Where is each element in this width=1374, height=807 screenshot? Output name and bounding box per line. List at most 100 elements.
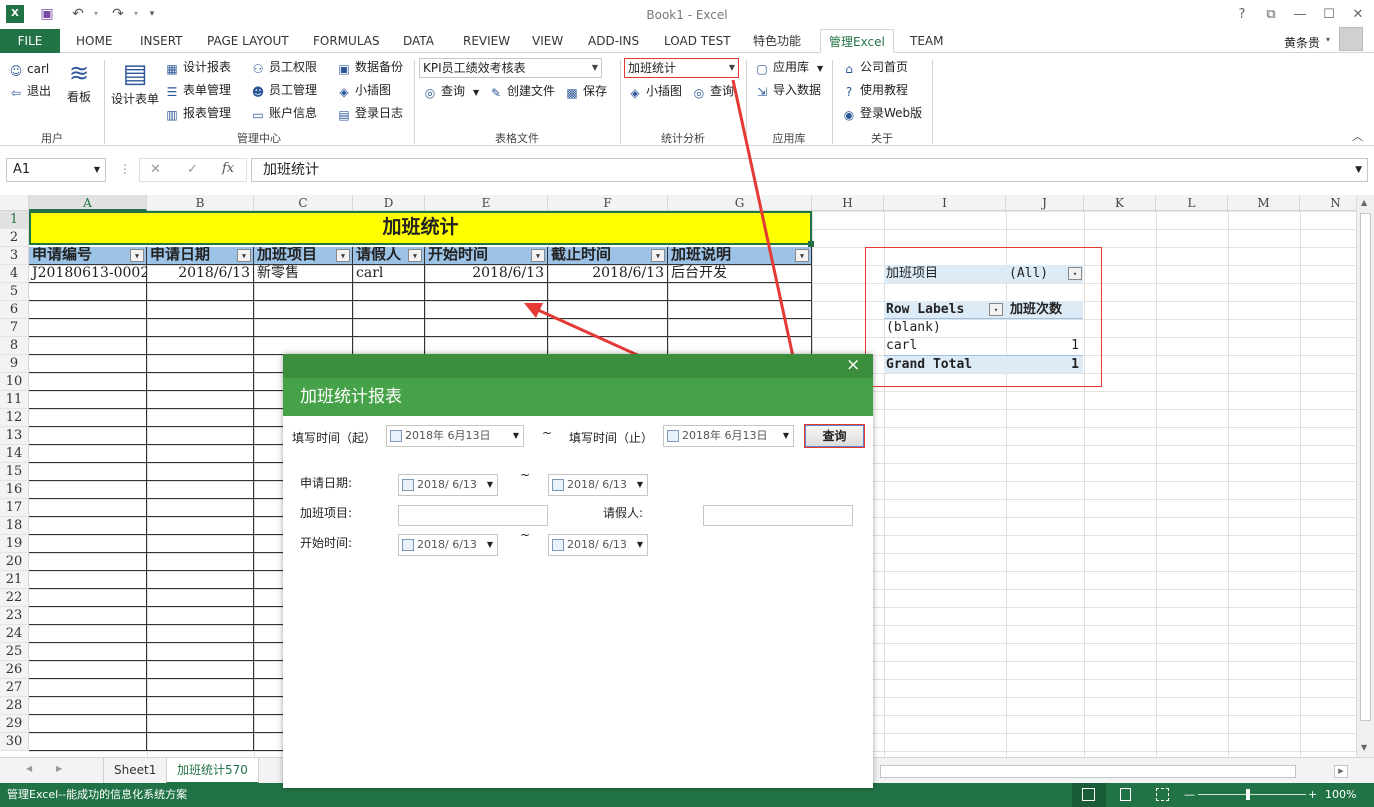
zoom-in-icon[interactable]: + (1308, 783, 1317, 807)
column-filter-header[interactable]: 加班项目 ▾ (254, 247, 353, 265)
table-cell[interactable] (147, 355, 254, 373)
column-filter-header[interactable]: 请假人 ▾ (353, 247, 425, 265)
table-cell[interactable] (668, 283, 812, 301)
row-header[interactable]: 10 (0, 373, 29, 391)
table-cell[interactable] (548, 337, 668, 355)
page-layout-view-icon[interactable] (1120, 788, 1131, 801)
column-filter-header[interactable]: 开始时间 ▾ (425, 247, 548, 265)
filter-dropdown-icon[interactable]: ▾ (531, 249, 545, 262)
table-cell[interactable] (147, 661, 254, 679)
table-cell[interactable] (425, 319, 548, 337)
filter-dropdown-icon[interactable]: ▾ (237, 249, 251, 262)
data-backup-button[interactable]: ▣ 数据备份 (337, 57, 403, 78)
row-header[interactable]: 12 (0, 409, 29, 427)
table-cell[interactable] (147, 589, 254, 607)
row-header[interactable]: 9 (0, 355, 29, 373)
table-cell[interactable] (147, 625, 254, 643)
column-filter-header[interactable]: 申请日期 ▾ (147, 247, 254, 265)
file-query-button[interactable]: ◎ 查询 ▼ (423, 81, 479, 102)
vertical-scrollbar[interactable]: ▲ ▼ (1356, 195, 1374, 757)
logout-button[interactable]: ⇦ 退出 (9, 81, 51, 102)
table-cell[interactable] (147, 463, 254, 481)
checkbox[interactable] (552, 539, 564, 551)
row-header[interactable]: 13 (0, 427, 29, 445)
scroll-up-icon[interactable]: ▲ (1361, 198, 1367, 207)
design-form-button[interactable]: ▤ 设计表单 (108, 59, 162, 110)
column-header[interactable]: E (425, 195, 548, 211)
table-cell[interactable] (29, 445, 147, 463)
table-cell[interactable] (425, 301, 548, 319)
row-header[interactable]: 5 (0, 283, 29, 301)
enter-icon[interactable]: ✓ (187, 162, 198, 177)
zoom-slider-thumb[interactable] (1246, 789, 1250, 800)
table-cell[interactable]: carl (353, 265, 425, 283)
row-header[interactable]: 27 (0, 679, 29, 697)
filter-dropdown-icon[interactable]: ▾ (795, 249, 809, 262)
row-labels-filter-icon[interactable]: ▾ (989, 303, 1003, 316)
row-header[interactable]: 1 (0, 211, 29, 229)
sheet-title-cell[interactable]: 加班统计 (29, 211, 812, 245)
row-header[interactable]: 7 (0, 319, 29, 337)
table-cell[interactable]: 2018/6/13 (147, 265, 254, 283)
table-cell[interactable] (29, 355, 147, 373)
table-cell[interactable] (29, 589, 147, 607)
checkbox[interactable] (390, 430, 402, 442)
row-header[interactable]: 24 (0, 625, 29, 643)
start-time-to-picker[interactable]: 2018/ 6/13 ▼ (548, 534, 648, 556)
apply-date-from-picker[interactable]: 2018/ 6/13 ▼ (398, 474, 498, 496)
table-cell[interactable] (29, 697, 147, 715)
column-header[interactable]: C (254, 195, 353, 211)
to-time-picker[interactable]: 2018年 6月13日 ▼ (663, 425, 794, 447)
select-all-corner[interactable] (0, 195, 29, 211)
filter-dropdown-icon[interactable]: ▾ (130, 249, 144, 262)
column-filter-header[interactable]: 加班说明 ▾ (668, 247, 812, 265)
project-input[interactable] (398, 505, 548, 526)
table-cell[interactable] (29, 481, 147, 499)
table-cell[interactable] (147, 571, 254, 589)
table-cell[interactable] (29, 571, 147, 589)
employee-permissions-button[interactable]: ⚇ 员工权限 (251, 57, 317, 78)
table-cell[interactable] (29, 715, 147, 733)
stats-query-button[interactable]: ◎ 查询 (692, 81, 734, 102)
filter-dropdown-icon[interactable]: ▾ (651, 249, 665, 262)
tab-special-features[interactable]: 特色功能 (745, 29, 809, 53)
table-cell[interactable]: 2018/6/13 (548, 265, 668, 283)
table-cell[interactable]: J20180613-0002 (29, 265, 147, 283)
sheet-next-icon[interactable]: ▶ (56, 764, 62, 773)
web-login-button[interactable]: ◉ 登录Web版 (842, 103, 922, 124)
table-cell[interactable] (353, 337, 425, 355)
pivot-row[interactable]: (blank) (884, 319, 1083, 337)
zoom-slider[interactable] (1198, 794, 1306, 795)
table-cell[interactable] (29, 679, 147, 697)
column-header[interactable]: I (884, 195, 1006, 211)
tab-add-ins[interactable]: ADD-INS (580, 29, 647, 53)
table-cell[interactable] (147, 535, 254, 553)
report-management-button[interactable]: ▥ 报表管理 (165, 103, 231, 124)
apply-date-to-picker[interactable]: 2018/ 6/13 ▼ (548, 474, 648, 496)
table-cell[interactable] (147, 337, 254, 355)
scrollbar-thumb[interactable] (1360, 213, 1371, 721)
user-button[interactable]: ☺ carl (9, 59, 49, 80)
table-cell[interactable] (353, 301, 425, 319)
row-header[interactable]: 21 (0, 571, 29, 589)
row-header[interactable]: 8 (0, 337, 29, 355)
zoom-level[interactable]: 100% (1325, 783, 1356, 807)
table-cell[interactable] (29, 499, 147, 517)
table-cell[interactable] (29, 427, 147, 445)
checkbox[interactable] (552, 479, 564, 491)
checkbox[interactable] (402, 479, 414, 491)
employee-management-button[interactable]: ☻ 员工管理 (251, 80, 317, 101)
pivot-row[interactable]: carl 1 (884, 337, 1083, 355)
row-header[interactable]: 15 (0, 463, 29, 481)
table-cell[interactable] (254, 337, 353, 355)
name-box[interactable]: A1 ▼ (6, 158, 106, 182)
table-cell[interactable] (668, 301, 812, 319)
save-file-button[interactable]: ▩ 保存 (565, 81, 607, 102)
user-menu-caret[interactable]: ▾ (1326, 35, 1330, 44)
stats-sparkline-button[interactable]: ◈ 小插图 (628, 81, 682, 102)
column-header[interactable]: D (353, 195, 425, 211)
table-cell[interactable] (254, 283, 353, 301)
table-cell[interactable] (29, 535, 147, 553)
table-cell[interactable] (353, 283, 425, 301)
row-header[interactable]: 17 (0, 499, 29, 517)
